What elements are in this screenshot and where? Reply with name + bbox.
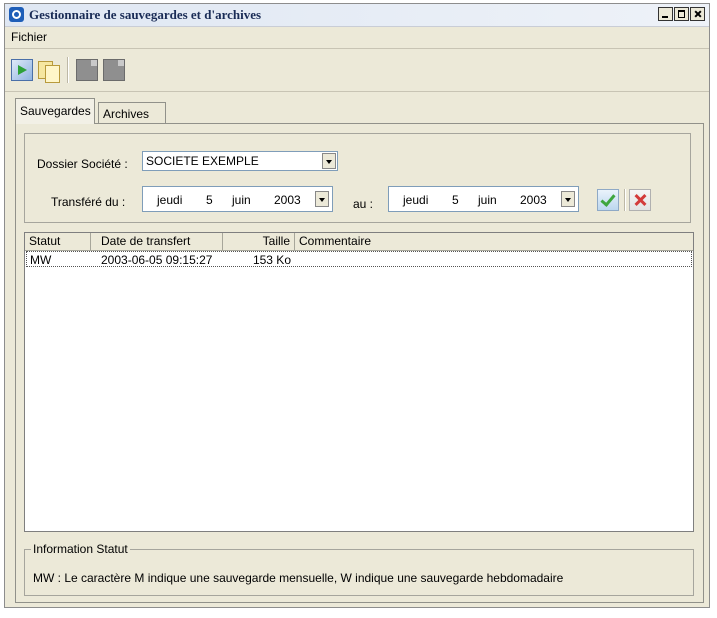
column-header-statut[interactable]: Statut (25, 233, 91, 250)
disabled-tool-icon[interactable] (76, 59, 98, 81)
app-window: Gestionnaire de sauvegardes et d'archive… (4, 3, 710, 608)
backup-list[interactable]: Statut Date de transfert Taille Commenta… (24, 232, 694, 532)
info-legend: Information Statut (31, 542, 130, 556)
info-group: Information Statut MW : Le caractère M i… (24, 542, 694, 596)
chevron-down-icon[interactable] (315, 191, 329, 207)
cell-date: 2003-06-05 09:15:27 (101, 253, 213, 267)
dossier-value: SOCIETE EXEMPLE (146, 154, 259, 168)
cell-statut: MW (30, 253, 52, 267)
export-icon[interactable] (11, 59, 33, 81)
transfere-label: Transféré du : (51, 195, 126, 209)
date-from-num: 5 (206, 193, 213, 207)
toolbar (5, 48, 709, 92)
info-text: MW : Le caractère M indique une sauvegar… (33, 571, 564, 585)
date-from-picker[interactable]: jeudi 5 juin 2003 (142, 186, 333, 212)
cell-taille: 153 Ko (252, 253, 291, 267)
date-from-year: 2003 (274, 193, 301, 207)
tab-panel-sauvegardes: Dossier Société : SOCIETE EXEMPLE Transf… (15, 123, 704, 603)
column-header-commentaire[interactable]: Commentaire (295, 233, 693, 250)
chevron-down-icon[interactable] (561, 191, 575, 207)
tab-sauvegardes[interactable]: Sauvegardes (15, 98, 95, 124)
copy-page-front (45, 65, 60, 83)
cancel-x-icon[interactable] (629, 189, 651, 211)
checkmark-icon[interactable] (597, 189, 619, 211)
column-header-taille[interactable]: Taille (223, 233, 295, 250)
menu-fichier[interactable]: Fichier (11, 30, 47, 44)
disabled-tool-icon[interactable] (103, 59, 125, 81)
date-to-year: 2003 (520, 193, 547, 207)
window-controls (658, 7, 705, 21)
date-from-month: juin (232, 193, 251, 207)
au-label: au : (353, 197, 374, 211)
date-to-num: 5 (452, 193, 459, 207)
maximize-button[interactable] (674, 7, 689, 21)
window-title: Gestionnaire de sauvegardes et d'archive… (29, 7, 262, 22)
title-bar[interactable]: Gestionnaire de sauvegardes et d'archive… (5, 4, 709, 27)
close-button[interactable] (690, 7, 705, 21)
dossier-label: Dossier Société : (37, 157, 128, 171)
date-from-day: jeudi (157, 193, 183, 207)
toolbar-separator (67, 57, 69, 83)
list-header: Statut Date de transfert Taille Commenta… (25, 233, 693, 251)
filter-group: Dossier Société : SOCIETE EXEMPLE Transf… (24, 133, 691, 223)
copy-icon[interactable] (37, 59, 60, 83)
app-icon (9, 7, 24, 22)
menu-bar: Fichier (5, 27, 709, 47)
minimize-button[interactable] (658, 7, 673, 21)
chevron-down-icon[interactable] (322, 153, 336, 169)
dossier-select[interactable]: SOCIETE EXEMPLE (142, 151, 338, 171)
column-header-date[interactable]: Date de transfert (91, 233, 223, 250)
tab-archives[interactable]: Archives (98, 102, 166, 124)
date-to-month: juin (478, 193, 497, 207)
date-to-day: jeudi (403, 193, 429, 207)
date-to-picker[interactable]: jeudi 5 juin 2003 (388, 186, 579, 212)
table-row[interactable]: MW 2003-06-05 09:15:27 153 Ko (26, 251, 692, 267)
button-separator (624, 189, 626, 211)
